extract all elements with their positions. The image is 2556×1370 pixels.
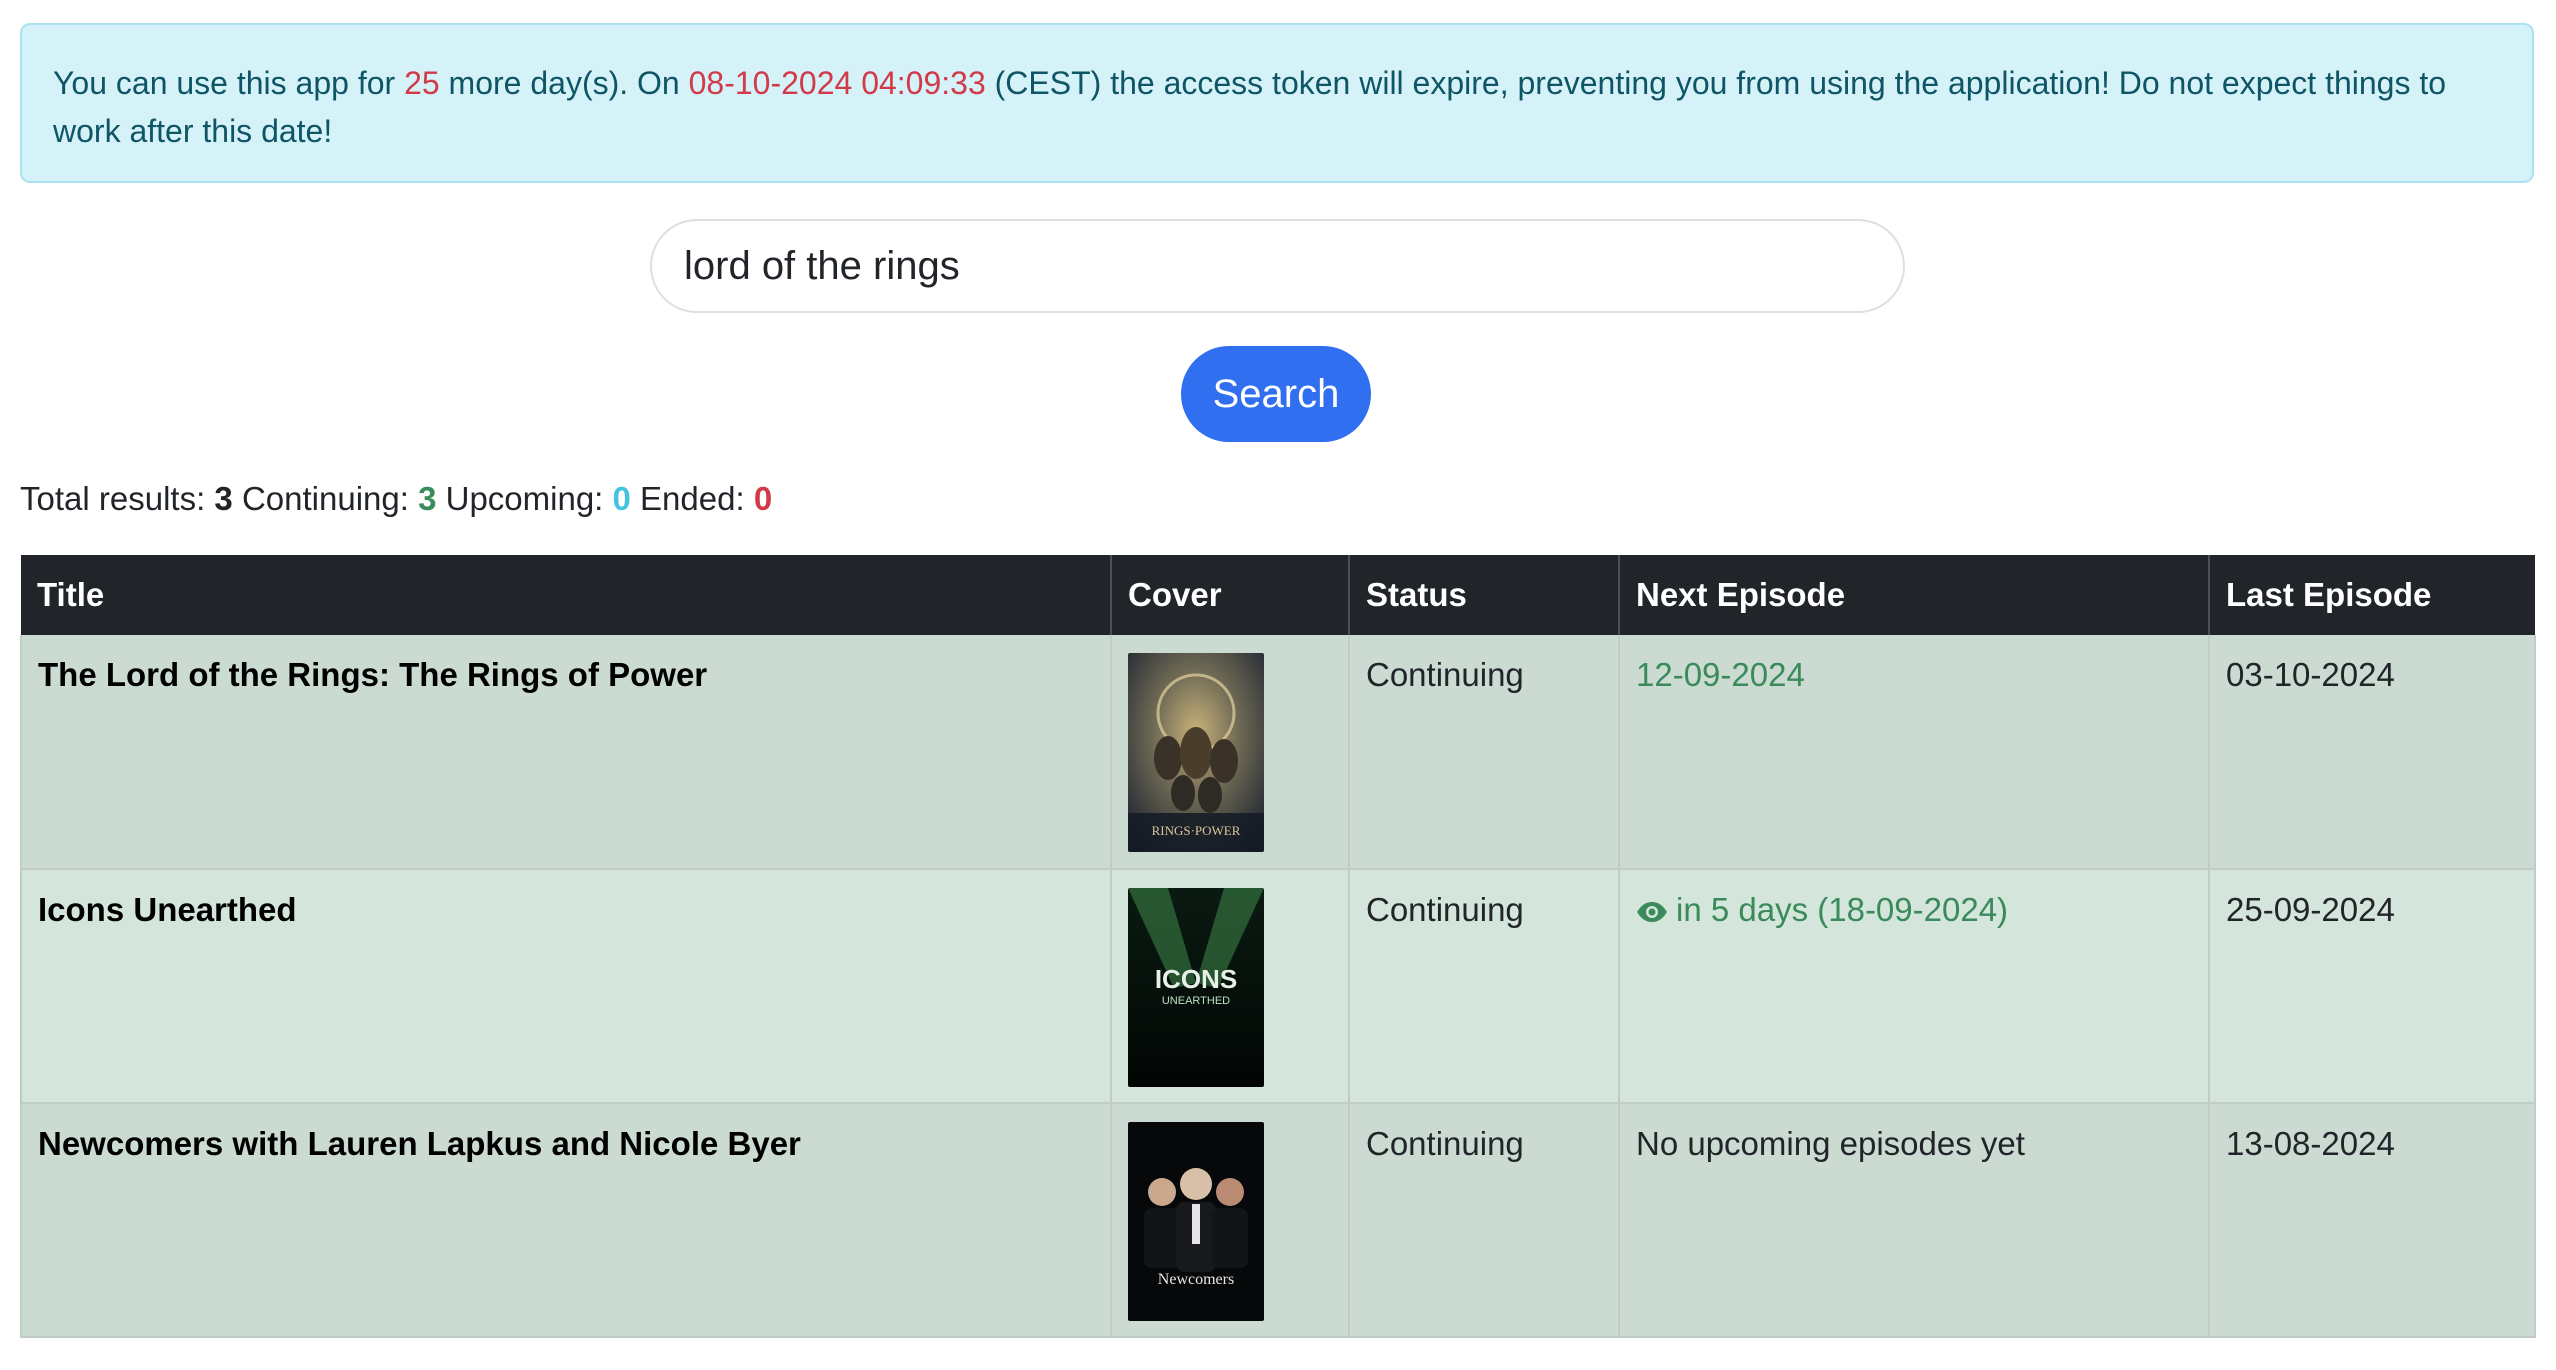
last-episode-date: 13-08-2024: [2209, 1103, 2536, 1338]
next-episode-cell: in 5 days (18-09-2024): [1619, 869, 2210, 1104]
cover-cell: Newcomers: [1111, 1103, 1350, 1338]
page: You can use this app for 25 more day(s).…: [0, 0, 2556, 1370]
cover-caption: RINGS·POWER: [1152, 823, 1241, 838]
table-header-row: Title Cover Status Next Episode Last Epi…: [21, 555, 2535, 635]
cover-image-rings-of-power[interactable]: RINGS·POWER: [1128, 653, 1264, 852]
alert-text-1: You can use this app for: [53, 65, 405, 101]
continuing-label: Continuing:: [232, 480, 419, 517]
ended-count: 0: [753, 480, 773, 517]
cover-caption: Newcomers: [1158, 1271, 1234, 1288]
show-title[interactable]: Newcomers with Lauren Lapkus and Nicole …: [20, 1103, 1112, 1338]
alert-text-2: more day(s). On: [439, 65, 689, 101]
show-status: Continuing: [1349, 869, 1620, 1104]
total-results-label: Total results:: [20, 480, 215, 517]
cover-image-icons-unearthed[interactable]: ICONS UNEARTHED: [1128, 888, 1264, 1087]
ended-label: Ended:: [630, 480, 754, 517]
show-status: Continuing: [1349, 635, 1620, 870]
column-header-next-episode[interactable]: Next Episode: [1619, 555, 2210, 635]
search-button[interactable]: Search: [1181, 346, 1371, 442]
cover-cell: ICONS UNEARTHED: [1111, 869, 1350, 1104]
next-episode-date: 12-09-2024: [1619, 635, 2210, 870]
column-header-status[interactable]: Status: [1349, 555, 1620, 635]
cover-cell: RINGS·POWER: [1111, 635, 1350, 870]
results-table: Title Cover Status Next Episode Last Epi…: [20, 555, 2536, 1338]
continuing-count: 3: [418, 480, 437, 517]
token-expiry-alert: You can use this app for 25 more day(s).…: [20, 23, 2534, 183]
cover-image-newcomers[interactable]: Newcomers: [1128, 1122, 1264, 1321]
column-header-cover[interactable]: Cover: [1111, 555, 1350, 635]
next-episode-date: in 5 days (18-09-2024): [1676, 891, 2009, 928]
cover-caption: UNEARTHED: [1162, 995, 1230, 1007]
table-row[interactable]: Newcomers with Lauren Lapkus and Nicole …: [20, 1103, 2536, 1338]
table-row[interactable]: The Lord of the Rings: The Rings of Powe…: [20, 635, 2536, 870]
alert-days-remaining: 25: [404, 65, 440, 101]
table-row[interactable]: Icons Unearthed ICONS UNEARTHED Continui…: [20, 869, 2536, 1104]
upcoming-count: 0: [612, 480, 631, 517]
results-summary: Total results: 3 Continuing: 3 Upcoming:…: [20, 476, 772, 522]
next-episode-date: No upcoming episodes yet: [1619, 1103, 2210, 1338]
column-header-last-episode[interactable]: Last Episode: [2209, 555, 2535, 635]
show-title[interactable]: The Lord of the Rings: The Rings of Powe…: [20, 635, 1112, 870]
cover-caption: ICONS: [1155, 964, 1237, 994]
last-episode-date: 03-10-2024: [2209, 635, 2536, 870]
show-title[interactable]: Icons Unearthed: [20, 869, 1112, 1104]
alert-expiry-datetime: 08-10-2024 04:09:33: [688, 65, 986, 101]
show-status: Continuing: [1349, 1103, 1620, 1338]
last-episode-date: 25-09-2024: [2209, 869, 2536, 1104]
total-results-count: 3: [214, 480, 233, 517]
search-input[interactable]: [650, 219, 1905, 313]
eye-icon: [1637, 902, 1667, 922]
upcoming-label: Upcoming:: [436, 480, 613, 517]
column-header-title[interactable]: Title: [21, 555, 1112, 635]
